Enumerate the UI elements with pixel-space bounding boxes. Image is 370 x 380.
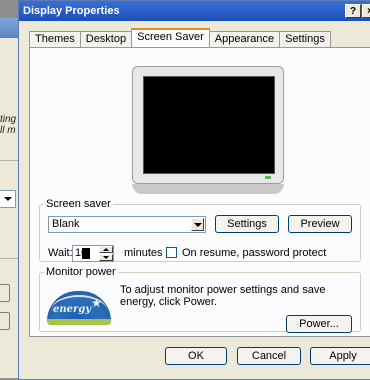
tab-strip: Themes Desktop Screen Saver Appearance S…: [29, 28, 331, 47]
background-button[interactable]: [0, 312, 10, 330]
tab-desktop[interactable]: Desktop: [79, 31, 133, 47]
wait-minutes-value: 10: [75, 247, 88, 259]
settings-button[interactable]: Settings: [215, 215, 279, 233]
energy-star-logo: energy ★: [47, 291, 111, 325]
screen-saver-selected-value: Blank: [52, 218, 80, 230]
spin-up-icon[interactable]: [99, 246, 113, 253]
logo-base: [47, 319, 111, 325]
tab-themes[interactable]: Themes: [29, 31, 81, 47]
password-protect-label: On resume, password protect: [182, 247, 327, 259]
tab-screen-saver[interactable]: Screen Saver: [131, 28, 210, 47]
monitor-power-description: To adjust monitor power settings and sav…: [120, 284, 326, 308]
background-dropdown[interactable]: [0, 190, 16, 208]
title-bar: Display Properties ? ×: [19, 1, 370, 21]
dialog-title: Display Properties: [23, 5, 120, 17]
display-properties-dialog: Display Properties ? × Themes Desktop Sc…: [18, 0, 370, 380]
power-led-icon: [265, 176, 271, 179]
stepper-arrows: [99, 246, 113, 261]
wait-label: Wait:: [48, 247, 73, 259]
minutes-label: minutes: [124, 247, 163, 259]
chevron-down-icon[interactable]: [191, 218, 204, 231]
power-button[interactable]: Power...: [286, 315, 352, 333]
monitor-power-group-label: Monitor power: [46, 266, 116, 278]
screen-saver-panel: Screen saver Blank Settings Preview Wait…: [29, 47, 370, 337]
ok-button[interactable]: OK: [165, 347, 227, 365]
spin-down-icon[interactable]: [99, 254, 113, 261]
monitor-preview: [132, 66, 284, 184]
help-button[interactable]: ?: [345, 4, 361, 18]
apply-button[interactable]: Apply: [310, 347, 370, 365]
screen-saver-select[interactable]: Blank: [48, 216, 206, 233]
monitor-stand: [132, 184, 284, 194]
background-button[interactable]: [0, 284, 10, 302]
preview-button[interactable]: Preview: [288, 215, 352, 233]
background-text-line: ting: [0, 114, 17, 125]
password-protect-checkbox[interactable]: [166, 247, 177, 258]
cancel-button[interactable]: Cancel: [237, 347, 301, 365]
energy-logo-text: energy: [53, 304, 92, 315]
star-icon: ★: [91, 296, 102, 310]
screen-saver-group: Screen saver Blank Settings Preview Wait…: [39, 198, 361, 262]
tab-appearance[interactable]: Appearance: [208, 31, 281, 47]
background-text-line: ll m: [0, 125, 16, 136]
monitor-power-group: Monitor power energy ★ To adjust monitor…: [39, 266, 361, 333]
background-window-text: ting ll m: [0, 114, 16, 136]
screen-saver-group-label: Screen saver: [46, 198, 111, 210]
wait-minutes-stepper[interactable]: 10: [72, 245, 114, 262]
close-button[interactable]: ×: [362, 4, 370, 18]
monitor-screen: [143, 76, 275, 174]
tab-settings[interactable]: Settings: [279, 31, 331, 47]
